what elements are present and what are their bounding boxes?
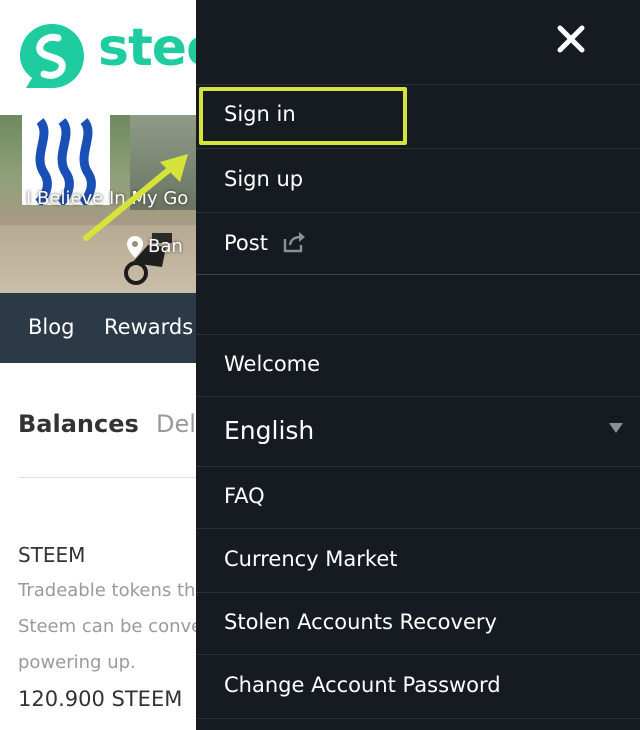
menu-divider (196, 718, 640, 730)
menu-item-label: Post (224, 231, 268, 255)
menu-item-label: FAQ (224, 484, 265, 508)
annotation-arrow (83, 154, 188, 241)
menu-item-label: Stolen Accounts Recovery (224, 610, 497, 634)
menu-item-label: Sign up (224, 167, 304, 191)
tab-rewards[interactable]: Rewards (104, 315, 193, 339)
menu-divider (196, 274, 640, 334)
steem-description-line: Tradeable tokens th (18, 580, 196, 601)
menu-item-sign-up[interactable]: Sign up (196, 148, 640, 212)
menu-item-label: Change Account Password (224, 673, 501, 697)
menu-item-label: Welcome (224, 352, 321, 376)
menu-item-change-account-password[interactable]: Change Account Password (196, 654, 640, 718)
annotation-highlight-box (199, 87, 407, 145)
menu-item-welcome[interactable]: Welcome (196, 334, 640, 396)
steemit-logo-icon[interactable] (18, 22, 86, 90)
menu-item-post[interactable]: Post (196, 212, 640, 274)
menu-item-currency-market[interactable]: Currency Market (196, 528, 640, 592)
steem-description-line: powering up. (18, 652, 136, 673)
menu-item-stolen-accounts-recovery[interactable]: Stolen Accounts Recovery (196, 592, 640, 654)
menu-item-faq[interactable]: FAQ (196, 466, 640, 528)
steem-balance[interactable]: 120.900 STEEM (18, 687, 182, 711)
language-select[interactable]: English (196, 396, 640, 466)
close-icon[interactable] (554, 22, 588, 56)
language-select-value: English (224, 416, 315, 445)
tab-balances[interactable]: Balances (18, 410, 139, 438)
steem-title: STEEM (18, 543, 86, 567)
menu-item-label: Currency Market (224, 547, 398, 571)
tab-delegations[interactable]: Del (156, 410, 196, 438)
share-icon (283, 232, 305, 253)
tab-blog[interactable]: Blog (28, 315, 74, 339)
caret-down-icon (609, 423, 623, 433)
steem-description-line: Steem can be conve (18, 616, 203, 637)
